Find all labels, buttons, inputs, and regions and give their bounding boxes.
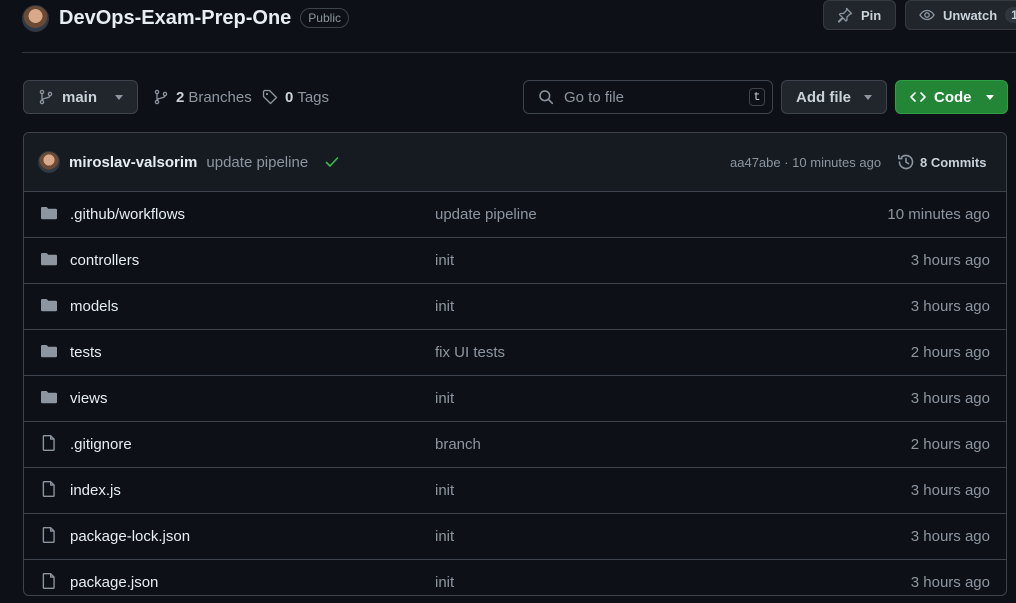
file-commit-message[interactable]: init <box>435 528 454 545</box>
file-row: controllers init 3 hours ago <box>24 237 1006 283</box>
latest-commit-bar: miroslav-valsorim update pipeline aa47ab… <box>24 133 1006 192</box>
pin-icon <box>837 7 853 23</box>
file-name[interactable]: package.json <box>70 574 158 591</box>
file-commit-time: 2 hours ago <box>910 344 990 361</box>
commit-author[interactable]: miroslav-valsorim <box>69 154 197 171</box>
file-commit-time: 3 hours ago <box>910 574 990 591</box>
eye-icon <box>919 9 935 21</box>
tag-icon <box>262 89 278 105</box>
file-name[interactable]: .github/workflows <box>70 206 185 223</box>
add-file-label: Add file <box>796 88 851 106</box>
folder-icon <box>40 297 58 317</box>
folder-icon <box>40 205 58 225</box>
chevron-down-icon <box>864 94 872 100</box>
folder-icon <box>40 251 58 271</box>
check-icon[interactable] <box>324 154 340 170</box>
branch-selector[interactable]: main <box>23 80 138 114</box>
file-icon <box>40 526 58 548</box>
file-row: tests fix UI tests 2 hours ago <box>24 329 1006 375</box>
branch-icon <box>154 89 168 105</box>
branches-label: Branches <box>188 88 252 106</box>
branches-count: 2 <box>176 88 185 106</box>
header-divider <box>22 52 1016 53</box>
file-commit-time: 3 hours ago <box>910 482 990 499</box>
pin-button[interactable]: Pin <box>823 0 896 30</box>
file-table: miroslav-valsorim update pipeline aa47ab… <box>23 132 1007 596</box>
code-button[interactable]: Code <box>895 80 1008 114</box>
pin-label: Pin <box>861 7 882 23</box>
file-name[interactable]: views <box>70 390 108 407</box>
file-row: views init 3 hours ago <box>24 375 1006 421</box>
file-row: package-lock.json init 3 hours ago <box>24 513 1006 559</box>
chevron-down-icon <box>986 94 994 100</box>
file-row: index.js init 3 hours ago <box>24 467 1006 513</box>
search-icon <box>539 90 554 105</box>
tags-label: Tags <box>297 88 330 106</box>
search-input[interactable] <box>564 88 734 106</box>
file-commit-message[interactable]: init <box>435 482 454 499</box>
file-name[interactable]: index.js <box>70 482 121 499</box>
commits-link[interactable]: 8 Commits <box>897 153 986 171</box>
commit-message[interactable]: update pipeline <box>206 154 308 171</box>
author-avatar[interactable] <box>38 151 60 173</box>
file-row: .gitignore branch 2 hours ago <box>24 421 1006 467</box>
file-commit-time: 10 minutes ago <box>887 206 990 223</box>
file-icon <box>40 434 58 456</box>
file-name[interactable]: models <box>70 298 118 315</box>
commit-hash-time[interactable]: aa47abe · 10 minutes ago <box>730 155 881 170</box>
repo-header: DevOps-Exam-Prep-One Public <box>22 2 349 34</box>
unwatch-button[interactable]: Unwatch 1 <box>905 0 1016 30</box>
file-commit-time: 3 hours ago <box>910 528 990 545</box>
file-commit-message[interactable]: branch <box>435 436 481 453</box>
folder-icon <box>40 389 58 409</box>
file-commit-message[interactable]: fix UI tests <box>435 344 505 361</box>
code-label: Code <box>934 88 972 106</box>
file-row: models init 3 hours ago <box>24 283 1006 329</box>
repo-name[interactable]: DevOps-Exam-Prep-One <box>59 7 291 30</box>
file-commit-message[interactable]: init <box>435 252 454 269</box>
file-icon <box>40 480 58 502</box>
file-commit-time: 3 hours ago <box>910 390 990 407</box>
file-name[interactable]: tests <box>70 344 102 361</box>
unwatch-label: Unwatch <box>943 7 998 23</box>
file-commit-message[interactable]: init <box>435 574 454 591</box>
search-shortcut-key: t <box>749 88 765 106</box>
visibility-badge: Public <box>300 8 349 28</box>
add-file-button[interactable]: Add file <box>781 80 887 114</box>
file-row: package.json init 3 hours ago <box>24 559 1006 595</box>
branch-name: main <box>62 88 98 106</box>
file-commit-message[interactable]: init <box>435 298 454 315</box>
tags-link[interactable]: 0 Tags <box>262 80 329 114</box>
file-name[interactable]: package-lock.json <box>70 528 190 545</box>
file-list: .github/workflows update pipeline 10 min… <box>24 192 1006 595</box>
commits-label: 8 Commits <box>920 154 987 170</box>
chevron-down-icon <box>115 94 123 100</box>
owner-avatar[interactable] <box>22 4 49 32</box>
go-to-file-search[interactable]: t <box>523 80 773 114</box>
history-icon <box>898 154 914 170</box>
branches-link[interactable]: 2 Branches <box>153 80 252 114</box>
file-row: .github/workflows update pipeline 10 min… <box>24 192 1006 237</box>
file-icon <box>40 572 58 594</box>
branch-icon <box>39 89 53 105</box>
tags-count: 0 <box>285 88 294 106</box>
file-commit-time: 3 hours ago <box>910 252 990 269</box>
file-name[interactable]: .gitignore <box>70 436 132 453</box>
file-commit-time: 3 hours ago <box>910 298 990 315</box>
file-commit-time: 2 hours ago <box>910 436 990 453</box>
watch-count: 1 <box>1005 7 1016 23</box>
file-commit-message[interactable]: update pipeline <box>435 206 537 223</box>
file-name[interactable]: controllers <box>70 252 139 269</box>
repo-page: DevOps-Exam-Prep-One Public Pin Unwatch … <box>0 0 1016 603</box>
folder-icon <box>40 343 58 363</box>
code-icon <box>910 92 926 102</box>
file-commit-message[interactable]: init <box>435 390 454 407</box>
